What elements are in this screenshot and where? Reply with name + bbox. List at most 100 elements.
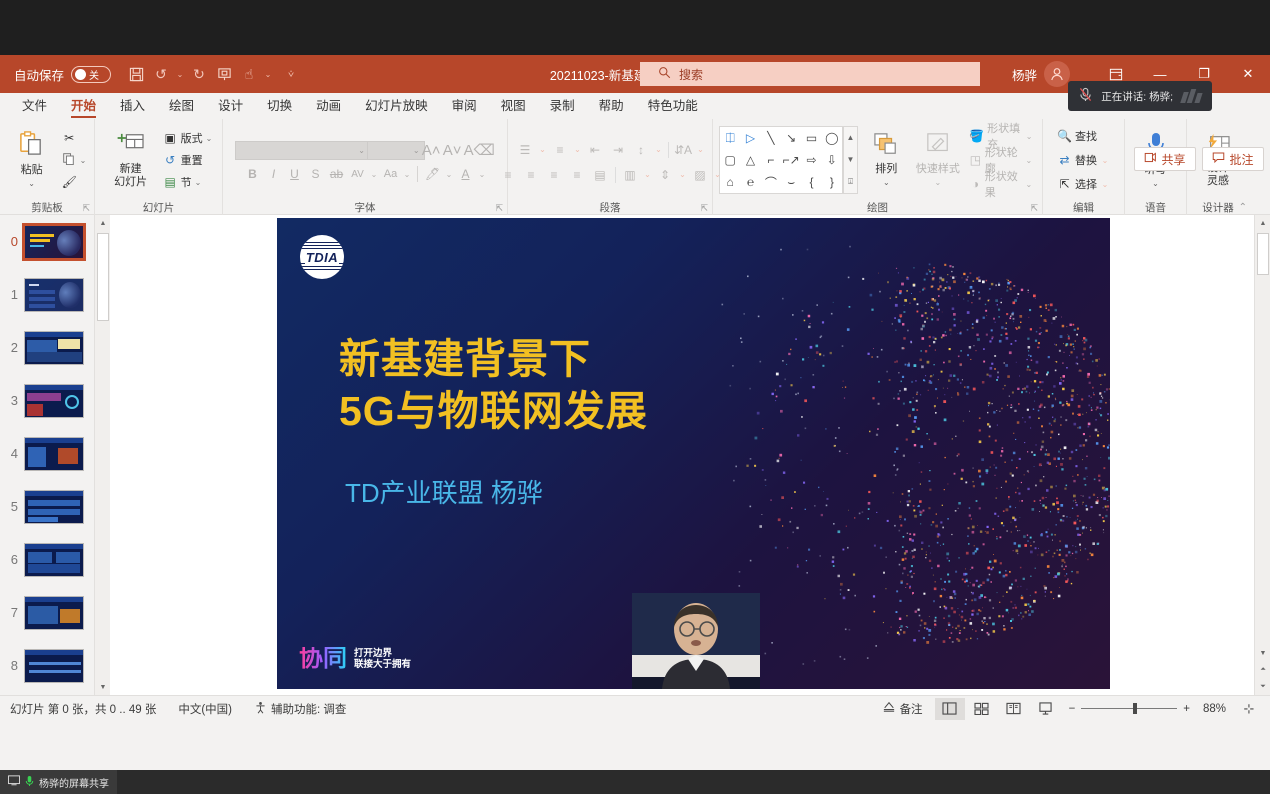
left-brace-icon[interactable]: { [809,175,813,189]
thumbnail-scroll-up-icon[interactable]: ▲ [95,215,110,231]
normal-view-button[interactable] [935,698,965,720]
change-case-dropdown-icon[interactable]: ⌄ [402,170,412,179]
convert-smartart-button[interactable]: ▨ [690,165,711,185]
shapes-scroll-down-icon[interactable]: ▼ [847,155,855,164]
scribble-shape-icon[interactable]: ℮ [747,175,754,189]
shapes-more-icon[interactable]: ⍗ [848,177,853,187]
columns-dropdown-icon[interactable]: ⌄ [643,170,653,179]
right-brace-icon[interactable]: } [830,175,834,189]
thumbnail-2[interactable] [24,331,84,365]
tab-features[interactable]: 特色功能 [636,94,710,119]
shape-fill-dropdown-icon[interactable]: ⌄ [1025,132,1033,141]
undo-dropdown-icon[interactable]: ⌄ [175,70,185,79]
select-dropdown-icon[interactable]: ⌄ [1100,180,1110,189]
thumbnail-0[interactable] [24,225,84,259]
decrease-font-size-button[interactable]: A˅ [443,140,462,160]
reading-view-button[interactable] [999,698,1029,720]
thumbnail-scroll-down-icon[interactable]: ▼ [95,679,110,695]
collapse-ribbon-icon[interactable]: ⌃ [1239,202,1247,213]
bold-button[interactable]: B [243,164,262,184]
touch-mode-dropdown-icon[interactable]: ⌄ [263,70,273,79]
arrange-button[interactable]: 排列 ⌄ [863,132,910,189]
text-direction-dropdown-icon[interactable]: ⌄ [696,145,706,154]
pentagon-shape-icon[interactable]: ⌂ [727,175,734,189]
thumbnail-scrollbar[interactable]: ▲ ▼ [94,215,110,695]
taskbar-screenshare-item[interactable]: 杨骅的屏幕共享 [0,770,117,794]
triangle-shape-icon[interactable]: △ [746,153,755,167]
thumbnail-8[interactable] [24,649,84,683]
text-highlight-button[interactable]: 🖊 [423,164,442,184]
share-button[interactable]: 共享 [1134,147,1196,171]
tab-home[interactable]: 开始 [59,94,108,119]
quick-styles-dropdown-icon[interactable]: ⌄ [935,176,942,189]
slide-scrollbar[interactable]: ▲ ▼ ⏶ ⏷ [1254,215,1270,695]
notes-button[interactable]: 备注 [882,701,923,717]
align-text-dropdown-icon[interactable]: ⌄ [678,170,688,179]
font-color-button[interactable]: A [456,164,475,184]
dictate-dropdown-icon[interactable]: ⌄ [1152,177,1159,190]
textbox-shape-icon[interactable]: ⎅ [725,131,735,146]
font-color-dropdown-icon[interactable]: ⌄ [477,170,487,179]
line-spacing-button[interactable]: ↕ [631,140,652,160]
quick-styles-button[interactable]: 快速样式 ⌄ [915,132,962,189]
autosave-control[interactable]: 自动保存 关 [14,65,111,84]
search-box[interactable]: 搜索 [640,62,980,86]
copy-button[interactable]: ⌄ [59,150,90,171]
down-arrow-shape-icon[interactable]: ⇩ [827,153,837,167]
font-size-dropdown-icon[interactable]: ⌄ [413,146,420,155]
paste-button[interactable]: 粘贴 ⌄ [5,130,59,190]
align-center-button[interactable]: ≡ [521,165,542,185]
paragraph-dialog-launcher[interactable]: ⇱ [700,203,708,214]
accessibility-status[interactable]: 辅助功能: 调查 [254,701,346,717]
save-icon[interactable] [125,62,147,86]
character-spacing-dropdown-icon[interactable]: ⌄ [369,170,379,179]
copy-dropdown-icon[interactable]: ⌄ [80,156,87,165]
bullets-button[interactable]: ☰ [515,140,536,160]
tab-file[interactable]: 文件 [10,94,59,119]
new-slide-button[interactable]: 新建 幻灯片 [102,132,160,189]
shape-outline-dropdown-icon[interactable]: ⌄ [1025,156,1033,165]
undo-icon[interactable]: ↺ [150,62,172,86]
thumbnail-7[interactable] [24,596,84,630]
thumbnail-3[interactable] [24,384,84,418]
clipboard-dialog-launcher[interactable]: ⇱ [82,203,90,214]
slideshow-button[interactable] [1031,698,1061,720]
section-button[interactable]: ▤ 节 ⌄ [160,172,216,193]
redo-icon[interactable]: ↻ [188,62,210,86]
change-case-button[interactable]: Aa [381,164,400,184]
clear-formatting-button[interactable]: A⌫ [464,140,495,160]
font-dialog-launcher[interactable]: ⇱ [495,203,503,214]
elbow-arrow-icon[interactable]: ⌐↗ [783,153,800,167]
elbow-connector-icon[interactable]: ⌐ [767,153,774,167]
tab-insert[interactable]: 插入 [108,94,157,119]
thumbnail-4[interactable] [24,437,84,471]
underline-button[interactable]: U [285,164,304,184]
character-spacing-button[interactable]: AV [348,164,367,184]
comment-button[interactable]: 批注 [1202,147,1264,171]
fit-to-window-button[interactable]: ⊹ [1234,698,1264,720]
start-presentation-icon[interactable] [213,62,235,86]
slide-thumbnail-panel[interactable]: 0 1 [0,215,110,695]
customize-qat-icon[interactable]: ⩒ [286,69,296,80]
columns-button[interactable]: ▥ [620,165,641,185]
scroll-down-icon[interactable]: ▼ [1255,645,1270,661]
next-slide-icon[interactable]: ⏷ [1255,679,1270,695]
slide-subtitle[interactable]: TD产业联盟 杨骅 [345,473,543,510]
tab-slideshow[interactable]: 幻灯片放映 [353,94,440,119]
right-arrow-shape-icon[interactable]: ⇨ [806,153,816,167]
thumbnail-5[interactable] [24,490,84,524]
zoom-control[interactable]: − + 88% [1063,703,1232,715]
arrow-textbox-shape-icon[interactable]: ▷ [746,131,755,145]
tab-review[interactable]: 审阅 [440,94,489,119]
numbering-dropdown-icon[interactable]: ⌄ [573,145,583,154]
reset-button[interactable]: ↺ 重置 [160,150,216,171]
zoom-level-label[interactable]: 88% [1196,703,1226,715]
tab-design[interactable]: 设计 [206,94,255,119]
shapes-grid[interactable]: ⎅ ▷ ╲ ↘ ▭ ◯ ▢ △ ⌐ ⌐↗ ⇨ ⇩ ⌂ [719,126,843,194]
scroll-thumb[interactable] [1257,233,1269,275]
replace-button[interactable]: ⇄ 替换 ⌄ [1054,150,1113,171]
shape-effects-button[interactable]: ◑ 形状效果 ⌄ [966,174,1036,195]
find-button[interactable]: 🔍 查找 [1054,126,1113,147]
rectangle-shape-icon[interactable]: ▭ [806,131,817,145]
touch-mode-icon[interactable]: ☝ [238,62,260,86]
